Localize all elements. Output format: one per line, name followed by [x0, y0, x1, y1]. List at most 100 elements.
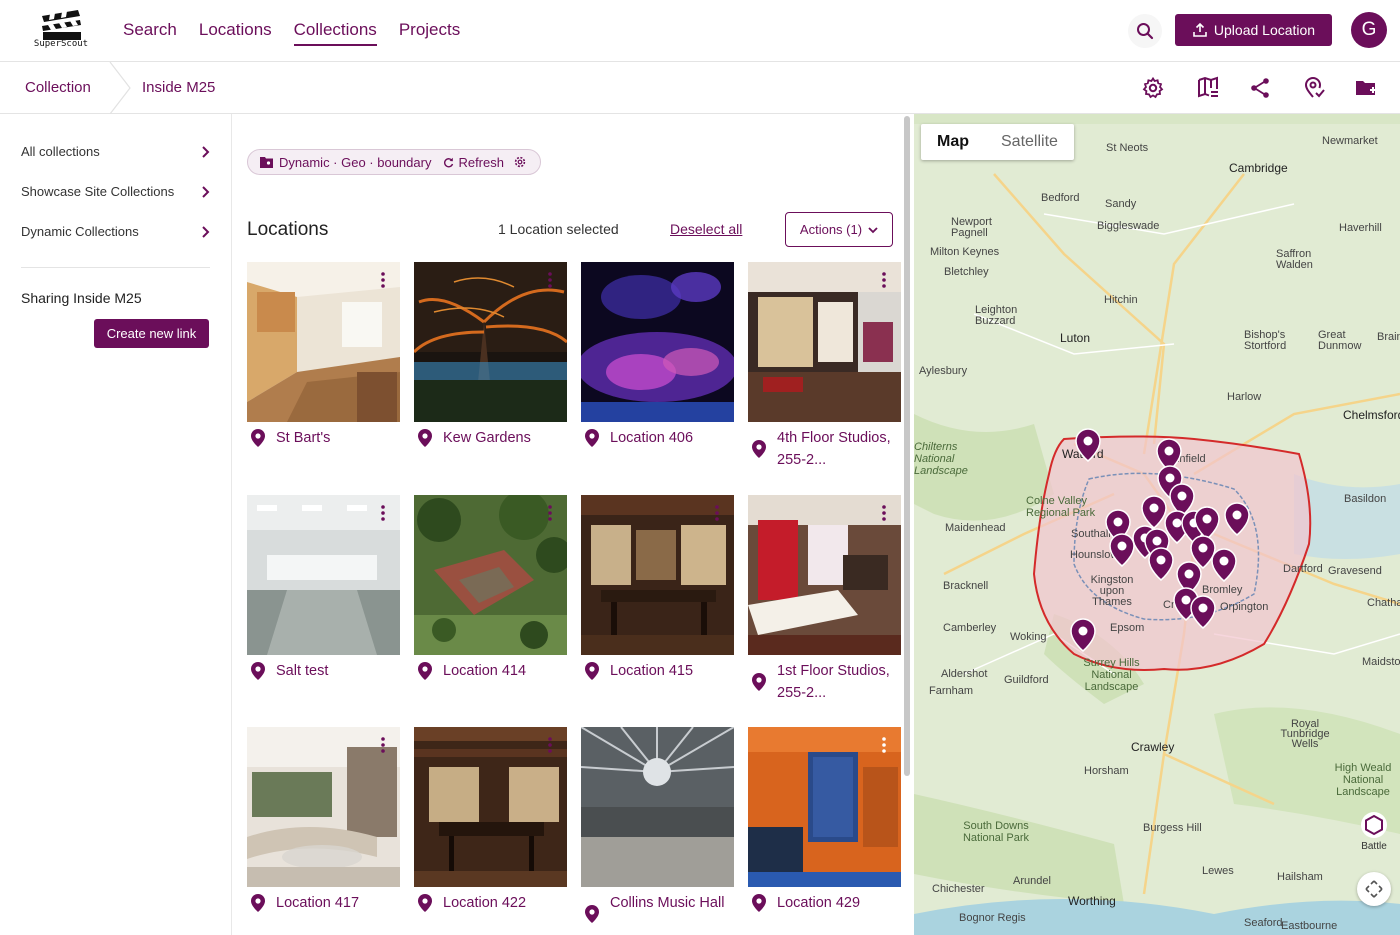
- sidebar-item-dynamic-collections[interactable]: Dynamic Collections: [21, 224, 211, 239]
- map-place-label: High Weald National Landscape: [1334, 762, 1392, 798]
- location-name[interactable]: Kew Gardens: [443, 427, 563, 449]
- location-name[interactable]: Location 415: [610, 660, 730, 682]
- upload-location-button[interactable]: Upload Location: [1175, 14, 1332, 46]
- map-place-label: St Neots: [1106, 142, 1149, 154]
- breadcrumb-bar: Collection Inside M25: [0, 62, 1400, 114]
- selection-count: 1 Location selected: [498, 221, 619, 237]
- location-thumbnail[interactable]: [414, 495, 567, 655]
- map-place-label: Hailsham: [1277, 871, 1323, 883]
- sidebar-item-label: All collections: [21, 144, 100, 159]
- breadcrumb-collection[interactable]: Collection: [25, 79, 91, 96]
- geo-pin-icon[interactable]: [1302, 76, 1326, 100]
- location-thumbnail[interactable]: [247, 727, 400, 887]
- more-options-icon[interactable]: [547, 272, 553, 288]
- location-name[interactable]: Collins Music Hall: [610, 892, 730, 914]
- map-place-label: Bletchley: [944, 266, 989, 278]
- more-options-icon[interactable]: [380, 505, 386, 521]
- map-place-label: Great Dunmow: [1318, 329, 1362, 352]
- location-thumbnail[interactable]: [748, 495, 901, 655]
- map-place-label: Croydon: [1163, 599, 1205, 611]
- sidebar-item-label: Dynamic Collections: [21, 224, 139, 239]
- map-book-icon[interactable]: [1196, 76, 1220, 100]
- more-options-icon[interactable]: [380, 272, 386, 288]
- actions-dropdown[interactable]: Actions (1): [785, 212, 893, 247]
- location-name[interactable]: Location 406: [610, 427, 730, 449]
- map-place-label: Chelmsford: [1343, 408, 1400, 422]
- location-thumbnail[interactable]: [748, 262, 901, 422]
- locations-heading: Locations: [247, 219, 329, 240]
- map-pan-control[interactable]: [1357, 872, 1391, 906]
- settings-icon[interactable]: [1141, 76, 1165, 100]
- location-thumbnail[interactable]: [414, 262, 567, 422]
- map-panel[interactable]: Map Satellite St Neots Newmarket Cambrid…: [914, 114, 1400, 935]
- location-name[interactable]: Location 414: [443, 660, 563, 682]
- map-place-label: Maidenhead: [945, 522, 1006, 534]
- location-name[interactable]: 1st Floor Studios, 255-2...: [777, 660, 897, 704]
- nav-search[interactable]: Search: [123, 20, 177, 46]
- clapperboard-icon: [42, 10, 81, 40]
- map-place-label: Farnham: [929, 685, 974, 697]
- map-toggle-map[interactable]: Map: [921, 124, 985, 160]
- create-new-link-button[interactable]: Create new link: [94, 319, 209, 348]
- location-thumbnail[interactable]: [581, 727, 734, 887]
- main-nav: Search Locations Collections Projects: [123, 20, 460, 46]
- nav-locations[interactable]: Locations: [199, 20, 272, 46]
- refresh-button[interactable]: Refresh: [443, 155, 504, 170]
- map-place-label: Chatham: [1367, 597, 1400, 609]
- more-options-icon[interactable]: [547, 505, 553, 521]
- location-thumbnail[interactable]: [247, 495, 400, 655]
- map-place-label: Eastbourne: [1281, 920, 1338, 932]
- map-place-label: Newport Pagnell: [951, 216, 992, 239]
- main-scrollbar[interactable]: [904, 116, 910, 776]
- location-thumbnail[interactable]: [247, 262, 400, 422]
- tudor-dining-photo: [581, 495, 734, 655]
- more-options-icon[interactable]: [380, 737, 386, 753]
- manor-aerial-photo: [414, 495, 567, 655]
- location-name[interactable]: St Bart's: [276, 427, 396, 449]
- move-arrows-icon: [1365, 880, 1383, 898]
- deselect-all-link[interactable]: Deselect all: [670, 221, 742, 237]
- sidebar-item-all-collections[interactable]: All collections: [21, 144, 211, 159]
- location-pin-icon: [752, 440, 766, 458]
- light-installation-photo: [581, 262, 734, 422]
- user-avatar[interactable]: G: [1351, 12, 1387, 48]
- battle-layer-button[interactable]: Battle: [1354, 812, 1394, 852]
- location-pin-icon: [585, 905, 599, 923]
- search-button[interactable]: [1128, 14, 1162, 48]
- add-folder-icon[interactable]: [1354, 76, 1378, 100]
- battle-label: Battle: [1361, 841, 1387, 852]
- map-place-label: Horsham: [1084, 765, 1129, 777]
- location-name[interactable]: Location 417: [276, 892, 396, 914]
- map-place-label: Chilterns National Landscape: [914, 441, 968, 477]
- nav-collections[interactable]: Collections: [293, 20, 377, 46]
- more-options-icon[interactable]: [714, 505, 720, 521]
- more-options-icon[interactable]: [881, 505, 887, 521]
- location-thumbnail[interactable]: [581, 495, 734, 655]
- location-thumbnail[interactable]: [414, 727, 567, 887]
- map-place-label: Worthing: [1068, 894, 1116, 908]
- location-name[interactable]: Location 429: [777, 892, 897, 914]
- superscout-logo[interactable]: SuperScout: [30, 6, 92, 52]
- location-pin-icon: [418, 894, 432, 912]
- share-icon[interactable]: [1248, 76, 1272, 100]
- gear-icon[interactable]: [514, 156, 526, 168]
- map-place-label: Bognor Regis: [959, 912, 1026, 924]
- map-place-label: Burgess Hill: [1143, 822, 1202, 834]
- more-options-icon[interactable]: [547, 737, 553, 753]
- lounge-interior-photo: [748, 495, 901, 655]
- nav-projects[interactable]: Projects: [399, 20, 460, 46]
- more-options-icon[interactable]: [881, 737, 887, 753]
- refresh-label: Refresh: [458, 154, 504, 170]
- map-toggle-satellite[interactable]: Satellite: [985, 124, 1074, 160]
- location-thumbnail[interactable]: [748, 727, 901, 887]
- more-options-icon[interactable]: [881, 272, 887, 288]
- map-place-label: Bedford: [1041, 192, 1080, 204]
- map-place-label: Harlow: [1227, 391, 1262, 403]
- map-place-label: Milton Keynes: [930, 246, 1000, 258]
- location-name[interactable]: Salt test: [276, 660, 396, 682]
- location-thumbnail[interactable]: [581, 262, 734, 422]
- sidebar-item-showcase-collections[interactable]: Showcase Site Collections: [21, 184, 211, 199]
- map-place-label: Colne Valley Regional Park: [1026, 495, 1096, 519]
- location-name[interactable]: 4th Floor Studios, 255-2...: [777, 427, 897, 471]
- location-name[interactable]: Location 422: [443, 892, 563, 914]
